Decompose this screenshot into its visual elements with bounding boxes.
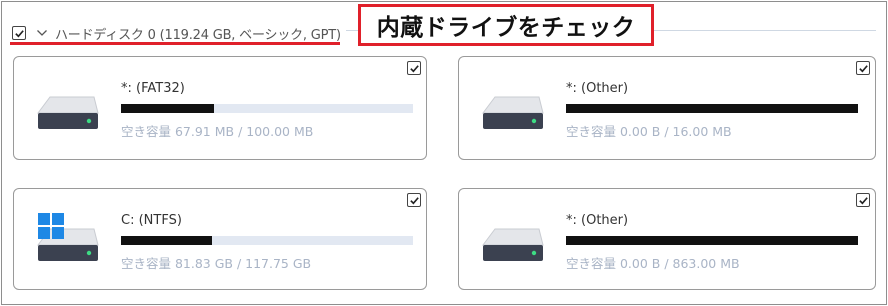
checkbox-checked-icon[interactable] [856,61,870,75]
hard-drive-icon [482,228,544,261]
usage-bar [121,104,413,113]
partition-title: C: (NTFS) [121,213,182,228]
partition-card[interactable]: *: (Other) 空き容量 0.00 B / 863.00 MB [458,188,876,290]
usage-bar-fill [566,236,858,245]
hard-drive-icon [37,96,99,129]
usage-bar-fill [121,104,215,113]
checkbox-checked-icon[interactable] [407,193,421,207]
disk-label: ハードディスク 0 (119.24 GB, ベーシック, GPT) [55,27,341,43]
partition-usage: 空き容量 81.83 GB / 117.75 GB [121,256,312,271]
partition-card[interactable]: *: (Other) 空き容量 0.00 B / 16.00 MB [458,56,876,160]
partition-title: *: (FAT32) [121,81,185,96]
annotation-callout: 内蔵ドライブをチェック [358,4,654,46]
hard-drive-icon [482,96,544,129]
partition-title: *: (Other) [566,213,629,228]
usage-bar [566,104,858,113]
usage-bar [121,236,413,245]
chevron-down-icon[interactable] [36,27,48,39]
partition-usage: 空き容量 0.00 B / 16.00 MB [566,124,732,139]
windows-logo-icon [38,213,64,239]
highlight-underline [10,42,340,45]
callout-text: 内蔵ドライブをチェック [376,15,636,41]
partition-title: *: (Other) [566,81,629,96]
partition-usage: 空き容量 67.91 MB / 100.00 MB [121,124,314,139]
partition-card[interactable]: *: (FAT32) 空き容量 67.91 MB / 100.00 MB [13,56,427,160]
partition-usage: 空き容量 0.00 B / 863.00 MB [566,256,740,271]
usage-bar-fill [121,236,212,245]
checkbox-checked-icon[interactable] [12,26,26,40]
usage-bar-fill [566,104,858,113]
checkbox-checked-icon[interactable] [407,61,421,75]
disk-header[interactable]: ハードディスク 0 (119.24 GB, ベーシック, GPT) [12,22,341,44]
usage-bar [566,236,858,245]
partition-card[interactable]: C: (NTFS) 空き容量 81.83 GB / 117.75 GB [13,188,427,290]
checkbox-checked-icon[interactable] [856,193,870,207]
